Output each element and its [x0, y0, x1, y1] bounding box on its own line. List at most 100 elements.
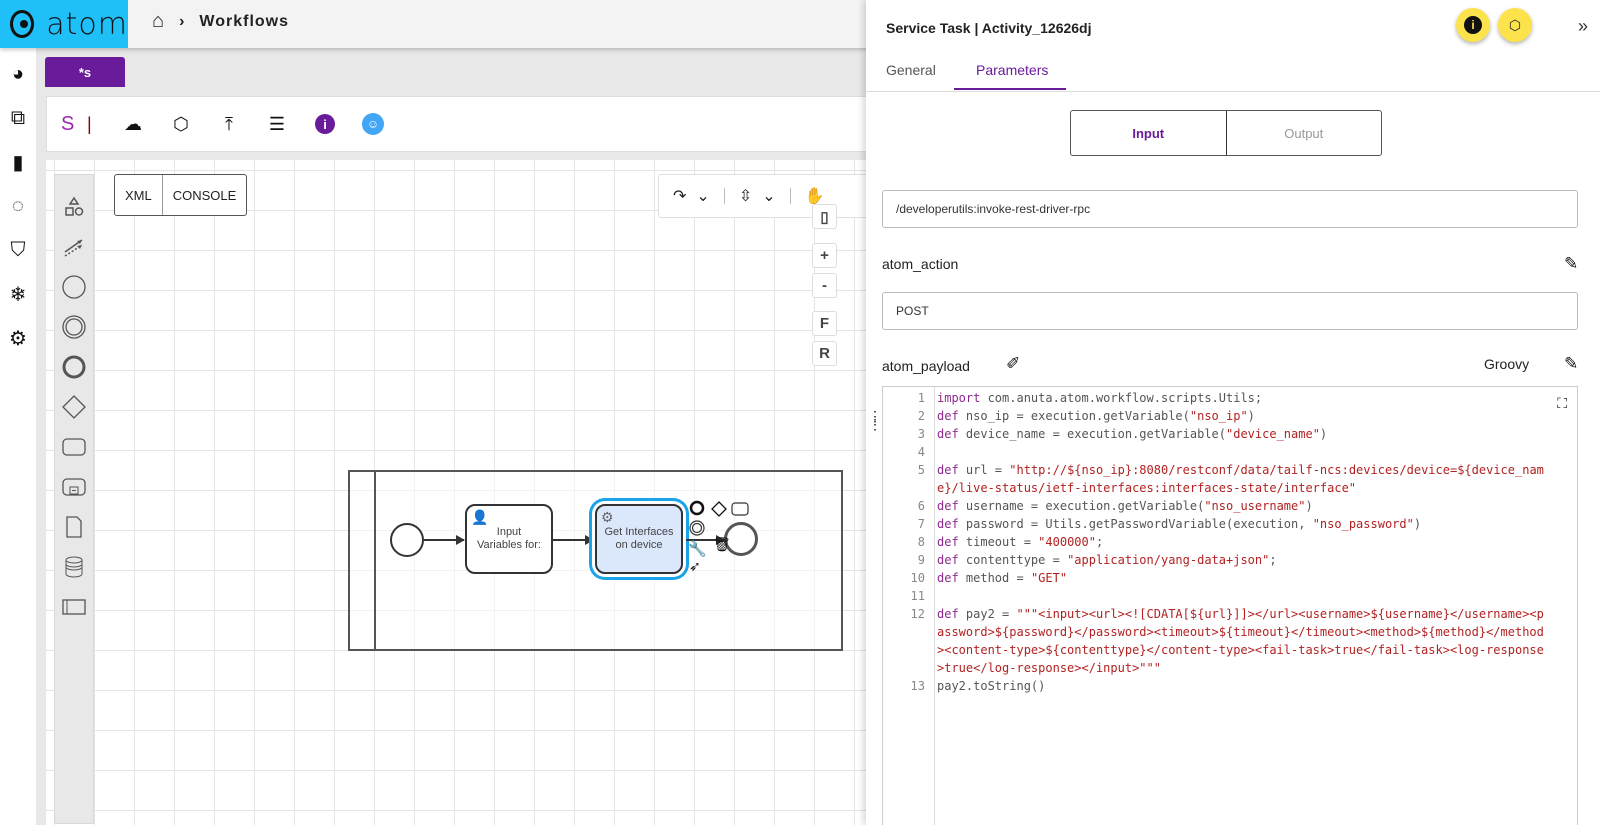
tab-parameters[interactable]: Parameters [976, 62, 1048, 78]
chevron-right-icon: › [179, 12, 186, 30]
workflow-initial: S [61, 112, 75, 135]
sequence-flow[interactable] [553, 535, 594, 545]
shapes-tool-icon[interactable] [54, 187, 94, 227]
edit-action-pencil-icon[interactable]: ✎ [1564, 254, 1578, 274]
subprocess-icon[interactable] [54, 467, 94, 507]
console-button[interactable]: CONSOLE [161, 175, 247, 215]
code-line: 5 def url = "http://${nso_ip}:8080/restco… [883, 461, 1577, 497]
start-event-icon[interactable] [54, 267, 94, 307]
task-label: Get Interfaces on device [604, 525, 674, 551]
info-fab[interactable]: i [1456, 8, 1490, 42]
cube-fab[interactable]: ⬡ [1498, 8, 1532, 42]
breadcrumb-current[interactable]: Workflows [199, 13, 289, 31]
devices-icon[interactable]: ⧉ [0, 96, 36, 140]
distribute-icon[interactable]: ⇳ [739, 186, 752, 206]
line-number: 6 [917, 499, 925, 513]
chevron-down-icon[interactable]: ⌄ [762, 186, 775, 206]
doc-tab-s[interactable]: *s [45, 57, 125, 87]
line-number: 1 [917, 391, 925, 405]
bpmn-canvas[interactable]: XML CONSOLE ↷ ⌄ ⇳ ⌄ ✋ ▯ + - F R 👤 Input … [46, 160, 876, 825]
input-toggle[interactable]: Input [1071, 111, 1227, 155]
append-task-icon[interactable] [731, 501, 749, 517]
fit-button[interactable]: F [812, 311, 837, 336]
dashboard-icon[interactable]: ◕ [0, 52, 36, 96]
sequence-flow[interactable] [424, 535, 465, 545]
append-gateway-icon[interactable] [710, 500, 728, 518]
line-text: def device_name = execution.getVariable(… [937, 427, 1328, 441]
delete-trash-icon[interactable]: 🗑 [713, 536, 731, 553]
xml-button[interactable]: XML [115, 175, 162, 215]
line-number: 12 [910, 607, 925, 621]
snowflake-icon[interactable]: ❄ [0, 272, 36, 316]
start-event[interactable] [390, 523, 424, 557]
atom-logo-icon [10, 10, 35, 38]
line-number: 8 [917, 535, 925, 549]
security-shield-icon[interactable]: ⛉ [0, 228, 36, 272]
append-intermediate-event-icon[interactable] [689, 520, 705, 536]
line-number: 2 [917, 409, 925, 423]
atom-logo[interactable]: atom [0, 0, 128, 48]
task-icon[interactable] [54, 427, 94, 467]
divider [789, 188, 791, 204]
append-end-event-icon[interactable] [689, 500, 705, 516]
gateway-icon[interactable] [54, 387, 94, 427]
analytics-icon[interactable]: ▮ [0, 140, 36, 184]
cube-icon[interactable]: ⬡ [157, 114, 205, 135]
redo-icon[interactable]: ↷ [673, 186, 686, 206]
line-text: def timeout = "400000"; [937, 535, 1104, 549]
zoom-out-button[interactable]: - [812, 273, 837, 298]
toolbar-divider: | [87, 113, 92, 134]
line-number: 13 [910, 679, 925, 693]
line-number: 5 [917, 463, 925, 477]
bot-button[interactable]: ☺ [349, 113, 397, 135]
output-toggle[interactable]: Output [1227, 111, 1382, 155]
breadcrumb: ⌂ › Workflows [152, 10, 289, 33]
line-text: def method = "GET" [937, 571, 1068, 585]
topology-icon[interactable]: ◌ [0, 184, 36, 228]
intermediate-event-icon[interactable] [54, 307, 94, 347]
cloud-download-icon[interactable]: ☁ [109, 114, 157, 135]
panel-resize-handle[interactable]: ⋮ ⋮ [868, 409, 882, 431]
hand-tool-icon[interactable]: ✋ [805, 186, 825, 206]
pool-icon[interactable] [54, 587, 94, 627]
data-store-icon[interactable] [54, 547, 94, 587]
line-number: 11 [910, 589, 925, 603]
service-task-selected[interactable]: ⚙ Get Interfaces on device [595, 504, 683, 574]
line-text: def url = "http://${nso_ip}:8080/restcon… [937, 463, 1544, 495]
edit-language-pencil-icon[interactable]: ✎ [1564, 354, 1578, 374]
line-number: 7 [917, 517, 925, 531]
info-button[interactable]: i [301, 114, 349, 134]
connect-tool-icon[interactable] [54, 227, 94, 267]
info-icon: i [1464, 16, 1482, 34]
code-line: 10 def method = "GET" [883, 569, 1577, 587]
connect-arrow-icon[interactable]: ➶ [689, 558, 701, 575]
wrench-icon[interactable]: 🔧 [688, 540, 707, 558]
minimap-icon[interactable]: ▯ [812, 204, 837, 229]
data-object-icon[interactable] [54, 507, 94, 547]
workflow-toolbar: S | ☁ ⬡ ⤒ ☰ i ☺ [46, 96, 876, 152]
code-line: 11 [883, 587, 1577, 605]
user-task[interactable]: 👤 Input Variables for: [465, 504, 553, 574]
code-editor[interactable]: ⛶ 1 import com.anuta.atom.workflow.script… [882, 386, 1578, 825]
document-tabs: *s [45, 57, 125, 87]
upload-icon[interactable]: ⤒ [205, 114, 253, 135]
end-event-icon[interactable] [54, 347, 94, 387]
code-line: 12 def pay2 = """<input><url><![CDATA[${u… [883, 605, 1577, 677]
chevron-down-icon[interactable]: ⌄ [696, 186, 709, 206]
tab-general[interactable]: General [886, 62, 936, 78]
collapse-panel-icon[interactable]: » [1578, 16, 1588, 37]
settings-gear-icon[interactable]: ⚙ [0, 316, 36, 360]
action-field[interactable]: POST [882, 292, 1578, 330]
zoom-in-button[interactable]: + [812, 243, 837, 268]
edit-payload-icon[interactable]: ✐ [1006, 354, 1020, 374]
line-text: def password = Utils.getPasswordVariable… [937, 517, 1422, 531]
rpc-path-field[interactable]: /developerutils:invoke-rest-driver-rpc [882, 190, 1578, 228]
code-line: 7 def password = Utils.getPasswordVariabl… [883, 515, 1577, 533]
list-icon[interactable]: ☰ [253, 114, 301, 135]
task-label: Input Variables for: [477, 525, 541, 551]
line-number: 3 [917, 427, 925, 441]
code-line: 13 pay2.toString() [883, 677, 1577, 695]
reset-button[interactable]: R [812, 341, 837, 366]
panel-title: Service Task | Activity_12626dj [886, 20, 1092, 36]
home-icon[interactable]: ⌂ [152, 10, 165, 33]
